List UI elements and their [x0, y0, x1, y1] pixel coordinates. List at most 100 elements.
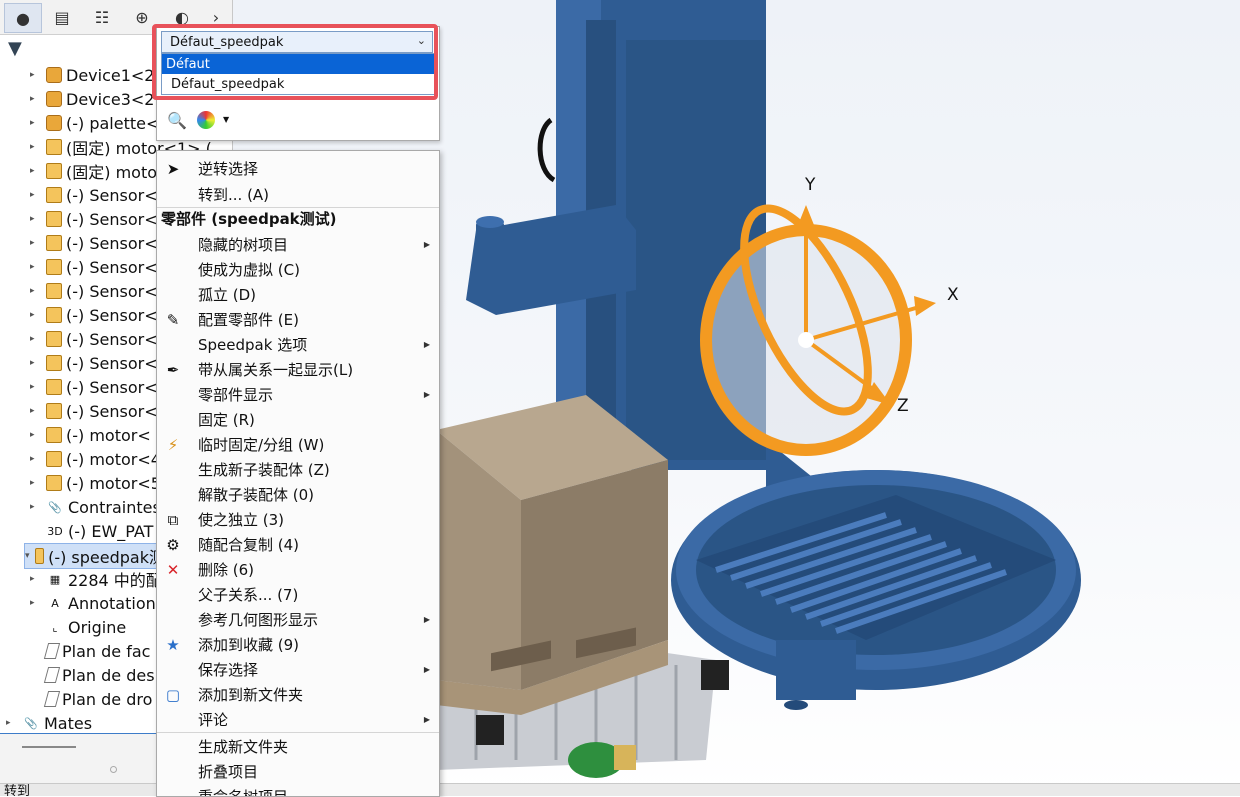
triad-x-label: X [947, 285, 959, 305]
context-menu-item[interactable]: 评论 ▶ [157, 707, 439, 732]
context-menu-item-label: 转到... (A) [198, 186, 270, 204]
chevron-down-icon[interactable]: ⌄ [417, 34, 426, 47]
expand-arrow-icon[interactable]: ▸ [30, 94, 42, 104]
context-menu-item[interactable]: ⧉ 使之独立 (3) [157, 507, 439, 532]
context-menu-item-label: 折叠项目 [198, 763, 259, 781]
submenu-arrow-icon: ▶ [423, 615, 430, 624]
expand-arrow-icon[interactable]: ▸ [30, 166, 42, 176]
tree-item-label: (-) motor<4 [66, 449, 161, 469]
context-menu-item[interactable]: ⚙ 随配合复制 (4) [157, 532, 439, 557]
expand-arrow-icon[interactable]: ▸ [30, 478, 42, 488]
asm-icon [46, 283, 62, 299]
context-menu-item[interactable]: ★ 添加到收藏 (9) [157, 632, 439, 657]
expand-arrow-icon[interactable]: ▸ [30, 574, 42, 584]
context-menu-item[interactable]: 转到... (A) [157, 182, 439, 207]
expand-arrow-icon[interactable]: ▸ [30, 286, 42, 296]
expand-arrow-icon[interactable]: ▸ [30, 262, 42, 272]
context-menu-item[interactable]: Speedpak 选项 ▶ [157, 332, 439, 357]
expand-arrow-icon[interactable]: ▾ [25, 551, 31, 561]
scroll-thumb[interactable] [22, 746, 76, 748]
tree-item-label: Plan de des [62, 665, 155, 685]
copy-icon: ⚙ [166, 535, 180, 554]
annot-icon: A [51, 596, 59, 610]
context-menu-item[interactable]: 使成为虚拟 (C) [157, 257, 439, 282]
tree-item-label: Annotation [68, 593, 156, 613]
zoom-icon[interactable]: 🔍 [167, 111, 187, 130]
appearance-dropdown-icon[interactable]: ▼ [223, 115, 229, 124]
context-menu-item-label: 使之独立 (3) [198, 511, 285, 529]
expand-arrow-icon[interactable]: ▸ [30, 142, 42, 152]
expand-arrow-icon[interactable]: ▸ [30, 214, 42, 224]
context-menu-item[interactable]: 保存选择 ▶ [157, 657, 439, 682]
property-manager-icon[interactable]: ▤ [44, 3, 80, 31]
tree-item-label: Device3<2 [66, 89, 155, 109]
expand-arrow-icon[interactable]: ▸ [30, 502, 42, 512]
asm-icon [46, 235, 62, 251]
context-menu-item[interactable]: 重命名树项目 [157, 784, 439, 796]
asm-icon [46, 403, 62, 419]
filter-icon[interactable]: ▼ [8, 38, 22, 59]
context-menu-item-label: 删除 (6) [198, 561, 255, 579]
expand-arrow-icon[interactable]: ▸ [30, 70, 42, 80]
context-menu-item[interactable]: ✎ 配置零部件 (E) [157, 307, 439, 332]
context-menu-item[interactable]: 生成新文件夹 [157, 734, 439, 759]
expand-arrow-icon[interactable]: ▸ [30, 238, 42, 248]
tree-item-label: 2284 中的配 [68, 571, 162, 590]
config-option-default[interactable]: Défaut [162, 54, 434, 74]
submenu-arrow-icon: ▶ [423, 240, 430, 249]
context-menu: ➤ 逆转选择转到... (A) 零部件 (speedpak测试) 隐藏的树项目 ▶ 使成为… [156, 150, 440, 797]
plane-icon [43, 643, 61, 659]
expand-arrow-icon[interactable]: ▸ [30, 334, 42, 344]
context-menu-item[interactable]: ➤ 逆转选择 [157, 156, 439, 181]
context-menu-item[interactable]: 解散子装配体 (0) [157, 482, 439, 507]
expand-arrow-icon[interactable]: ▸ [30, 406, 42, 416]
tree-item-label: (-) Sensor< [66, 209, 158, 229]
expand-arrow-icon[interactable]: ▸ [30, 118, 42, 128]
expand-arrow-icon[interactable]: ▸ [30, 358, 42, 368]
context-menu-item[interactable]: ✒ 带从属关系一起显示(L) [157, 357, 439, 382]
configuration-options: Défaut Défaut_speedpak [161, 53, 435, 95]
context-menu-item-label: 评论 [198, 711, 229, 729]
context-menu-item[interactable]: 固定 (R) [157, 407, 439, 432]
cursor-icon: ➤ [166, 159, 180, 178]
context-menu-item[interactable]: 孤立 (D) [157, 282, 439, 307]
appearance-icon[interactable] [197, 111, 215, 129]
config-option-speedpak[interactable]: Défaut_speedpak [162, 74, 434, 94]
origin-icon: ⌞ [52, 620, 58, 634]
expand-arrow-icon[interactable]: ▸ [6, 718, 18, 728]
context-menu-item[interactable]: 隐藏的树项目 ▶ [157, 232, 439, 257]
context-menu-item[interactable]: 生成新子装配体 (Z) [157, 457, 439, 482]
context-menu-item[interactable]: 零部件显示 ▶ [157, 382, 439, 407]
expand-arrow-icon[interactable]: ▸ [30, 598, 42, 608]
status-text: 转到 [4, 784, 31, 797]
mates-icon: 📎 [24, 716, 38, 730]
tree-item-label: (-) Sensor< [66, 257, 158, 277]
context-menu-item[interactable]: ▢ 添加到新文件夹 [157, 682, 439, 707]
tree-item-label: (-) Sensor< [66, 401, 158, 421]
mates-icon: 📎 [48, 500, 62, 514]
configuration-manager-icon[interactable]: ☷ [84, 3, 120, 31]
asm-icon [46, 307, 62, 323]
3d-model-scene[interactable] [436, 0, 1240, 783]
dimxpert-icon[interactable]: ⊕ [124, 3, 160, 31]
context-menu-section-header: 零部件 (speedpak测试) [157, 206, 439, 231]
expand-arrow-icon[interactable]: ▸ [30, 310, 42, 320]
context-menu-item[interactable]: ✕ 删除 (6) [157, 557, 439, 582]
configuration-panel: Défaut_speedpak ⌄ Défaut Défaut_speedpak… [156, 26, 440, 141]
context-menu-item[interactable]: 参考几何图形显示 ▶ [157, 607, 439, 632]
configuration-select[interactable]: Défaut_speedpak ⌄ [161, 31, 433, 53]
context-menu-item-label: 保存选择 [198, 661, 259, 679]
context-menu-item[interactable]: ⚡ 临时固定/分组 (W) [157, 432, 439, 457]
expand-arrow-icon[interactable]: ▸ [30, 190, 42, 200]
context-menu-item[interactable]: 父子关系... (7) [157, 582, 439, 607]
expand-arrow-icon[interactable]: ▸ [30, 382, 42, 392]
context-menu-item[interactable]: 折叠项目 [157, 759, 439, 784]
expand-arrow-icon[interactable]: ▸ [30, 454, 42, 464]
context-menu-item-label: 零部件 (speedpak测试) [161, 210, 337, 228]
tree-item[interactable]: ▾ (-) speedpak测 [24, 543, 166, 569]
feature-manager-icon[interactable]: ● [4, 3, 42, 33]
expand-arrow-icon[interactable]: ▸ [30, 430, 42, 440]
favorite-icon: ★ [166, 635, 180, 654]
group-icon: ⚡ [167, 435, 179, 454]
3d-icon: 3D [47, 524, 63, 538]
